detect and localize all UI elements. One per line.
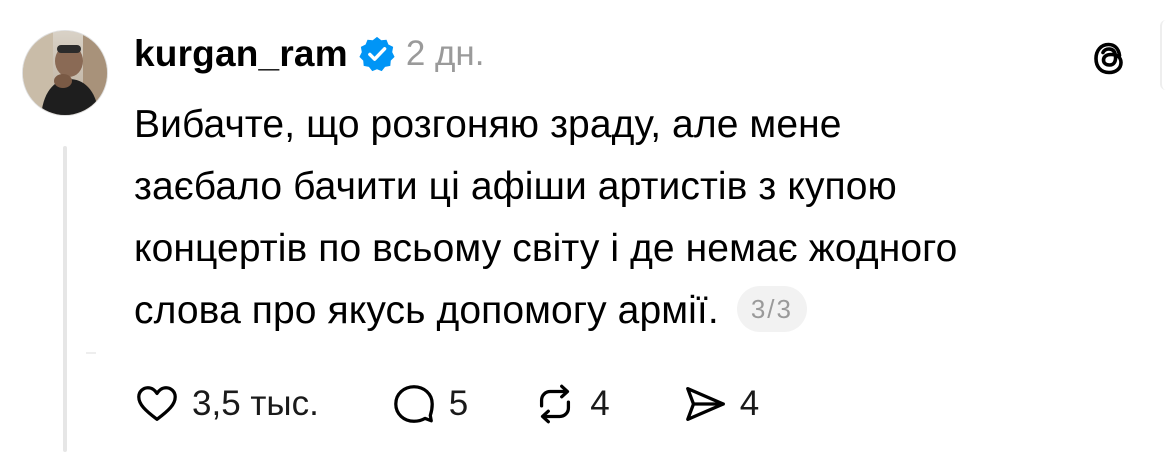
- like-button[interactable]: 3,5 тыс.: [134, 381, 319, 427]
- send-icon: [685, 387, 725, 421]
- avatar-image: [23, 31, 107, 115]
- divider: [86, 352, 96, 354]
- repost-icon: [540, 384, 571, 424]
- heart-icon: [137, 386, 177, 421]
- comment-count: 5: [448, 384, 469, 423]
- share-button[interactable]: 4: [682, 381, 759, 427]
- verified-badge-icon: [358, 35, 396, 73]
- share-count: 4: [739, 384, 760, 423]
- comment-button[interactable]: 5: [391, 381, 468, 427]
- post-header: kurgan_ram 2 дн.: [134, 26, 484, 82]
- avatar[interactable]: [22, 30, 108, 116]
- post-time: 2 дн.: [405, 34, 485, 73]
- username[interactable]: kurgan_ram: [134, 33, 348, 75]
- thread-counter-badge: 3/3: [736, 285, 807, 332]
- repost-count: 4: [590, 384, 610, 423]
- threads-logo-icon[interactable]: [1085, 34, 1133, 82]
- post-actions: 3,5 тыс. 5 4 4: [134, 376, 817, 432]
- repost-button[interactable]: 4: [532, 381, 610, 427]
- like-count: 3,5 тыс.: [192, 384, 319, 423]
- comment-bubble-icon: [393, 385, 434, 423]
- thread-line: [63, 146, 67, 452]
- post-body: Вибачте, що розгоняю зраду, але мене зає…: [134, 94, 1144, 342]
- post-text: Вибачте, що розгоняю зраду, але мене зає…: [134, 103, 958, 332]
- scroll-edge: [1160, 20, 1170, 90]
